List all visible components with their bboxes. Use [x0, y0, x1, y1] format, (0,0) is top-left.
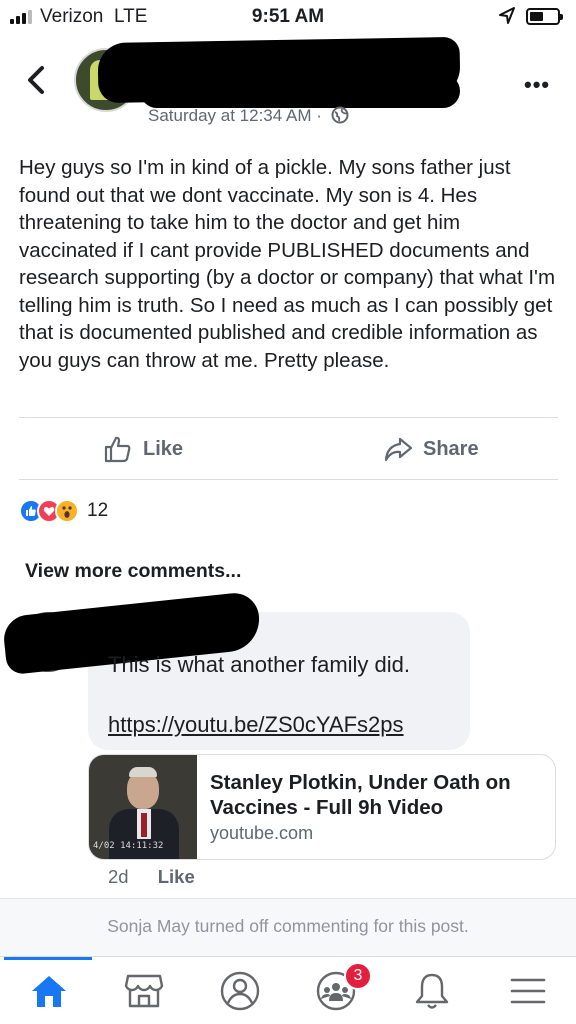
active-tab-indicator	[4, 957, 92, 960]
video-thumbnail: 4/02 14:11:32	[89, 755, 197, 859]
tab-profile[interactable]	[218, 969, 262, 1013]
view-more-comments-link[interactable]: View more comments...	[25, 560, 241, 583]
redaction-bar	[140, 74, 460, 108]
comment-like-button[interactable]: Like	[158, 866, 195, 887]
reactions-count: 12	[87, 500, 109, 521]
status-time: 9:51 AM	[251, 6, 325, 27]
more-options-icon[interactable]: •••	[524, 72, 550, 98]
bell-icon	[415, 973, 449, 1009]
back-arrow-icon[interactable]	[22, 64, 50, 96]
link-preview-title: Stanley Plotkin, Under Oath on Vaccines …	[210, 771, 511, 819]
profile-icon	[220, 971, 260, 1011]
tab-menu[interactable]	[506, 969, 550, 1013]
divider	[19, 479, 558, 480]
divider	[19, 417, 558, 418]
like-button[interactable]: Like	[103, 432, 183, 466]
link-preview-card[interactable]: 4/02 14:11:32 Stanley Plotkin, Under Oat…	[88, 754, 556, 860]
battery-icon	[526, 8, 563, 25]
home-icon	[32, 976, 66, 1007]
tab-marketplace[interactable]	[122, 969, 166, 1013]
commenting-disabled-notice: Sonja May turned off commenting for this…	[0, 898, 576, 956]
comment-text: This is what another family did.	[108, 652, 411, 677]
share-arrow-icon	[384, 437, 413, 462]
notice-text: Sonja May turned off commenting for this…	[107, 916, 469, 936]
comment-meta: 2d Like	[108, 866, 195, 888]
like-label: Like	[143, 437, 184, 460]
wow-reaction-icon	[55, 499, 79, 523]
link-preview-domain: youtube.com	[210, 823, 314, 843]
menu-icon	[510, 978, 546, 1004]
tab-home[interactable]	[27, 969, 71, 1013]
post-timestamp[interactable]: Saturday at 12:34 AM ·	[148, 106, 349, 126]
marketplace-icon	[124, 974, 164, 1008]
share-button[interactable]: Share	[383, 432, 479, 466]
bottom-tab-bar	[0, 956, 576, 1024]
post-text: Hey guys so I'm in kind of a pickle. My …	[19, 156, 556, 372]
share-label: Share	[423, 437, 479, 460]
globe-icon	[331, 106, 349, 124]
reactions-summary[interactable]: 12	[19, 498, 108, 524]
tab-notifications[interactable]	[410, 969, 454, 1013]
comment-age: 2d	[108, 866, 129, 887]
status-bar: Verizon LTE 9:51 AM	[0, 0, 576, 34]
location-arrow-icon	[499, 7, 515, 24]
thumbs-up-icon	[104, 436, 131, 463]
comment-link[interactable]: https://youtu.be/ZS0cYAFs2ps	[108, 712, 404, 738]
groups-notification-badge: 3	[344, 962, 372, 990]
